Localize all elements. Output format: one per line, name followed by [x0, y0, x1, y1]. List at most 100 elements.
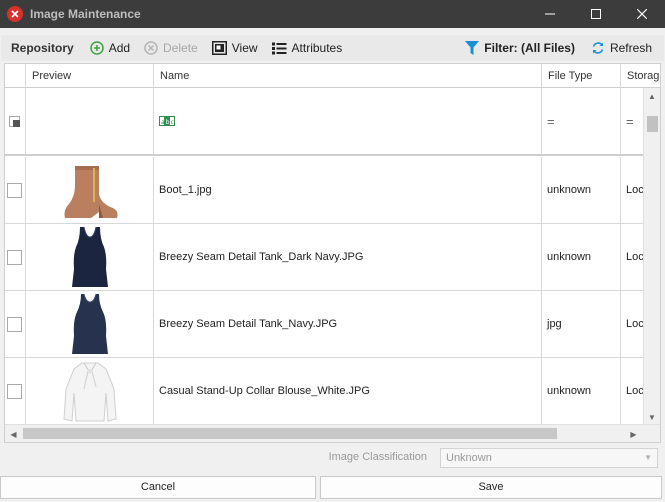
view-label: View — [231, 41, 258, 55]
refresh-button[interactable]: Refresh — [591, 35, 652, 61]
file-name: Casual Stand-Up Collar Blouse_White.JPG — [159, 385, 370, 397]
cancel-button[interactable]: Cancel — [0, 476, 316, 499]
table-row[interactable]: Breezy Seam Detail Tank_Dark Navy.JPG un… — [5, 224, 660, 291]
list-icon — [271, 42, 287, 54]
delete-button[interactable]: Delete — [144, 35, 198, 61]
attributes-label: Attributes — [291, 41, 343, 55]
storage: Loc — [626, 318, 644, 330]
name-cell: Boot_1.jpg — [154, 157, 542, 223]
table-row[interactable]: Breezy Seam Detail Tank_Navy.JPG jpg Loc — [5, 291, 660, 358]
row-checkbox[interactable] — [7, 316, 22, 332]
scroll-up-icon[interactable]: ▲ — [644, 88, 660, 105]
delete-icon — [144, 41, 158, 55]
file-type-cell: unknown — [542, 157, 621, 223]
row-check-cell — [5, 291, 26, 357]
filter-preview-cell — [26, 88, 154, 154]
storage-cell: Loc — [621, 157, 645, 223]
name-cell: Breezy Seam Detail Tank_Navy.JPG — [154, 291, 542, 357]
file-type: unknown — [547, 385, 592, 397]
row-checkbox[interactable] — [7, 249, 22, 265]
view-button[interactable]: View — [211, 35, 258, 61]
app-icon — [7, 6, 23, 22]
view-icon — [211, 41, 227, 55]
file-type-cell: jpg — [542, 291, 621, 357]
close-button[interactable] — [619, 0, 665, 28]
filter-row-check-cell — [5, 88, 26, 154]
preview-cell — [26, 224, 154, 290]
file-name: Breezy Seam Detail Tank_Navy.JPG — [159, 318, 338, 330]
scroll-left-icon[interactable]: ◀ — [5, 425, 22, 442]
add-button[interactable]: Add — [89, 35, 131, 61]
toolbar: Repository Add Delete View Attributes Fi… — [1, 35, 664, 61]
row-check-cell — [5, 224, 26, 290]
refresh-label: Refresh — [609, 41, 652, 55]
filter-button[interactable]: Filter: (All Files) — [465, 35, 575, 61]
abc-text-filter-icon: a b c — [159, 116, 175, 126]
boot-image — [64, 166, 117, 218]
table-row[interactable]: Boot_1.jpg unknown Loc — [5, 157, 660, 224]
tank-top-image — [71, 293, 108, 354]
toolbar-group-label: Repository — [11, 41, 74, 55]
name-cell: Casual Stand-Up Collar Blouse_White.JPG — [154, 358, 542, 424]
storage-cell: Loc — [621, 224, 645, 290]
classification-value: Unknown — [446, 452, 492, 464]
file-type-cell: unknown — [542, 358, 621, 424]
blouse-image — [62, 362, 117, 422]
maximize-button[interactable] — [573, 0, 619, 28]
classification-select[interactable]: Unknown ▼ — [440, 448, 658, 468]
filter-storage-cell[interactable]: = — [621, 88, 645, 154]
header-preview[interactable]: Preview — [26, 64, 154, 88]
title-bar: Image Maintenance — [0, 0, 665, 28]
horizontal-scrollbar[interactable]: ◀ ▶ — [5, 424, 660, 442]
storage: Loc — [626, 251, 644, 263]
filter-row: a b c = = — [5, 88, 660, 156]
row-check-cell — [5, 358, 26, 424]
storage-operator: = — [626, 113, 634, 129]
storage: Loc — [626, 385, 644, 397]
preview-cell — [26, 358, 154, 424]
file-type: unknown — [547, 184, 592, 196]
filter-file-type-cell[interactable]: = — [542, 88, 621, 154]
header-storage[interactable]: Storage — [621, 64, 660, 88]
add-icon — [89, 41, 104, 55]
select-all-checkbox[interactable] — [9, 115, 20, 127]
save-button[interactable]: Save — [320, 476, 662, 499]
svg-text:b: b — [166, 119, 170, 126]
grid-header: Preview Name File Type Storage — [5, 64, 660, 88]
filter-name-cell[interactable]: a b c — [154, 88, 542, 154]
scroll-right-icon[interactable]: ▶ — [625, 425, 642, 442]
maximize-icon — [591, 9, 601, 19]
header-select-column[interactable] — [5, 64, 26, 88]
vertical-scroll-thumb[interactable] — [647, 116, 658, 132]
row-checkbox[interactable] — [7, 383, 22, 399]
classification-label: Image Classification — [328, 451, 427, 463]
storage-cell: Loc — [621, 291, 645, 357]
window-title: Image Maintenance — [30, 7, 141, 21]
header-name[interactable]: Name — [154, 64, 542, 88]
file-name: Boot_1.jpg — [159, 184, 212, 196]
preview-cell — [26, 291, 154, 357]
chevron-down-icon: ▼ — [644, 453, 652, 462]
table-row[interactable]: Casual Stand-Up Collar Blouse_White.JPG … — [5, 358, 660, 425]
storage: Loc — [626, 184, 644, 196]
svg-text:c: c — [171, 119, 174, 126]
filter-icon — [465, 40, 480, 55]
refresh-icon — [592, 42, 604, 54]
file-name: Breezy Seam Detail Tank_Dark Navy.JPG — [159, 251, 364, 263]
file-type-cell: unknown — [542, 224, 621, 290]
minimize-button[interactable] — [527, 0, 573, 28]
storage-cell: Loc — [621, 358, 645, 424]
attributes-button[interactable]: Attributes — [271, 35, 343, 61]
file-type: unknown — [547, 251, 592, 263]
filter-label: Filter: (All Files) — [484, 41, 575, 55]
close-icon — [637, 9, 647, 19]
preview-cell — [26, 157, 154, 223]
name-cell: Breezy Seam Detail Tank_Dark Navy.JPG — [154, 224, 542, 290]
vertical-scrollbar[interactable]: ▲ ▼ — [643, 88, 660, 426]
header-file-type[interactable]: File Type — [542, 64, 621, 88]
row-checkbox[interactable] — [7, 182, 22, 198]
file-type-operator: = — [547, 113, 555, 129]
add-label: Add — [108, 41, 131, 55]
image-grid: Preview Name File Type Storage a b c = = — [4, 63, 661, 443]
horizontal-scroll-thumb[interactable] — [23, 428, 557, 439]
